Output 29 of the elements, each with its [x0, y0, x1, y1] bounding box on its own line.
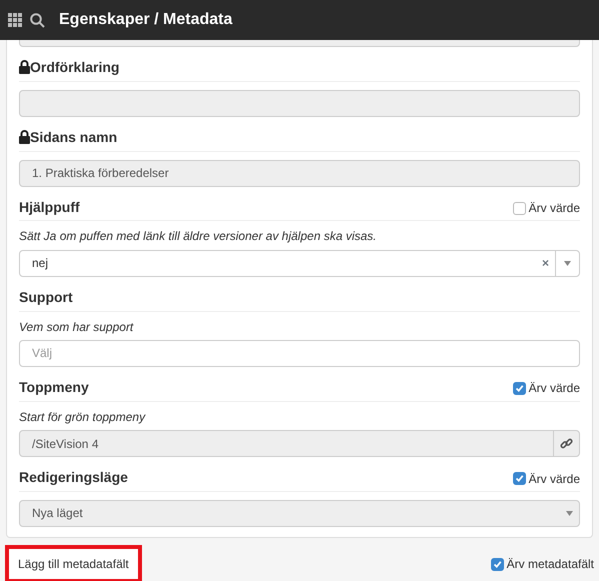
readonly-field: 1. Praktiska förberedelser: [19, 160, 580, 187]
caret-icon[interactable]: [566, 510, 573, 516]
select-field[interactable]: nej ×: [19, 250, 580, 277]
inherit-checkbox[interactable]: Ärv värde: [512, 381, 580, 396]
link-icon[interactable]: [560, 437, 573, 450]
apps-grid-icon[interactable]: [8, 13, 22, 27]
field-label: Toppmeny: [19, 378, 89, 396]
check-icon: [514, 474, 524, 484]
help-text: Sätt Ja om puffen med länk till äldre versioner av hjälpen ska visas.: [19, 229, 378, 244]
field-label: Redigeringsläge: [19, 469, 128, 486]
field-label: Sidans namn: [30, 128, 118, 146]
inherit-checkbox[interactable]: Ärv värde: [512, 201, 580, 216]
check-icon: [492, 560, 502, 568]
select-field[interactable]: Nya läget: [19, 500, 580, 527]
help-text: Start för grön toppmeny: [19, 410, 147, 424]
field-label: Ordförklaring: [30, 59, 120, 76]
clear-icon[interactable]: ×: [536, 254, 555, 272]
help-text: Vem som har support: [19, 320, 134, 334]
check-icon: [514, 384, 524, 394]
inherit-checkbox[interactable]: Ärv värde: [512, 472, 580, 486]
input-field[interactable]: Välj: [19, 340, 580, 367]
field-label: Hjälppuff: [19, 198, 80, 216]
caret-icon[interactable]: [564, 260, 571, 266]
field-label: Support: [19, 288, 73, 306]
link-field[interactable]: /SiteVision 4: [19, 430, 580, 458]
add-field-button[interactable]: Lägg till metadatafält: [5, 545, 142, 581]
inherit-checkbox[interactable]: Ärv metadatafält: [490, 555, 594, 573]
search-icon[interactable]: [30, 12, 45, 28]
page-title: Egenskaper / Metadata: [59, 10, 232, 30]
